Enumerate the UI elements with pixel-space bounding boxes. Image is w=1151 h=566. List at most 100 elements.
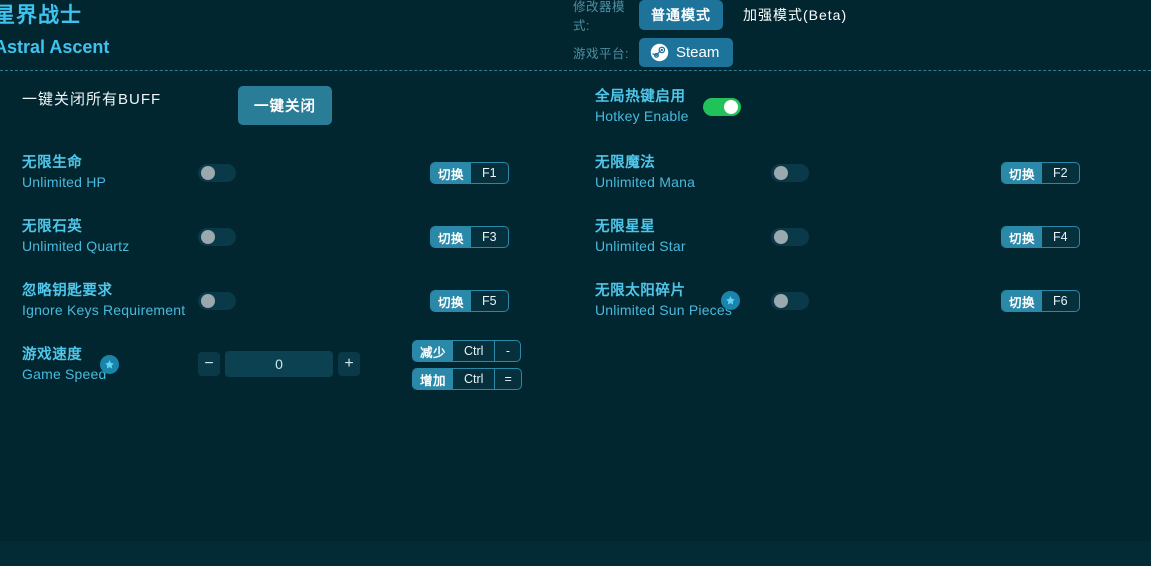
- trainer-window: 星界战士 Astral Ascent 修改器模式: 普通模式 加强模式(Beta…: [0, 0, 1151, 566]
- premium-star-icon: [721, 291, 740, 310]
- game-platform-label: 游戏平台:: [573, 46, 629, 61]
- cheat-label-en: Unlimited Star: [595, 238, 686, 254]
- toggle-knob: [201, 230, 215, 244]
- cheat-label-en: Unlimited Sun Pieces: [595, 302, 733, 318]
- toggle-knob: [201, 294, 215, 308]
- cheat-label-cn: 游戏速度: [22, 347, 83, 363]
- game-speed-increase-button[interactable]: +: [338, 352, 360, 376]
- toggle-knob: [774, 230, 788, 244]
- cheat-row-unlimited-star: 无限星星 Unlimited Star 切换 F4: [573, 205, 1148, 269]
- hotkey-enable-label-en: Hotkey Enable: [595, 108, 689, 124]
- hotkey-action-label: 切换: [1002, 291, 1043, 311]
- hotkey-chip-unlimited-hp[interactable]: 切换 F1: [430, 162, 509, 184]
- trainer-mode-label: 修改器模式:: [573, 0, 626, 33]
- cheat-label-en: Unlimited Mana: [595, 174, 696, 190]
- hotkey-chip-unlimited-quartz[interactable]: 切换 F3: [430, 226, 509, 248]
- game-speed-input[interactable]: [225, 351, 333, 377]
- close-all-button[interactable]: 一键关闭: [238, 86, 332, 125]
- hotkey-key: -: [494, 341, 520, 361]
- toggle-knob: [774, 166, 788, 180]
- hotkey-enable-label: 全局热键启用 Hotkey Enable: [595, 88, 689, 126]
- cheat-panel: 一键关闭所有BUFF 一键关闭 无限生命 Unlimited HP 切换 F1: [0, 71, 1151, 541]
- cheat-row-unlimited-quartz: 无限石英 Unlimited Quartz 切换 F3: [0, 205, 575, 269]
- cheat-label-unlimited-quartz: 无限石英 Unlimited Quartz: [22, 218, 129, 256]
- premium-star-icon: [100, 355, 119, 374]
- cheat-label-cn: 无限魔法: [595, 155, 656, 171]
- hotkey-chip-unlimited-sun-pieces[interactable]: 切换 F6: [1001, 290, 1080, 312]
- hotkey-chip-game-speed-decrease[interactable]: 减少 Ctrl -: [412, 340, 522, 362]
- hotkey-action-label: 切换: [1002, 163, 1043, 183]
- hotkey-enable-label-cn: 全局热键启用: [595, 89, 686, 105]
- hotkey-key: F3: [482, 230, 497, 244]
- toggle-knob: [724, 100, 738, 114]
- hotkey-action-label: 减少: [413, 341, 454, 361]
- hotkey-enable-row: 全局热键启用 Hotkey Enable: [573, 75, 1148, 139]
- trainer-mode-tabs: 普通模式 加强模式(Beta): [639, 0, 859, 30]
- toggle-knob: [201, 166, 215, 180]
- game-speed-stepper: − +: [198, 351, 360, 377]
- trainer-mode-row: 修改器模式: 普通模式 加强模式(Beta): [573, 0, 859, 33]
- toggle-unlimited-star[interactable]: [771, 228, 809, 246]
- cheat-label-cn: 忽略钥匙要求: [22, 283, 113, 299]
- cheat-label-cn: 无限星星: [595, 219, 656, 235]
- hotkey-key: F6: [1053, 294, 1068, 308]
- hotkey-chip-unlimited-mana[interactable]: 切换 F2: [1001, 162, 1080, 184]
- right-column: 全局热键启用 Hotkey Enable 无限魔法 Unlimited Mana…: [573, 71, 1148, 541]
- hotkey-modifier-key: Ctrl: [464, 372, 484, 386]
- hotkey-action-label: 增加: [413, 369, 454, 389]
- toggle-unlimited-quartz[interactable]: [198, 228, 236, 246]
- toggle-knob: [774, 294, 788, 308]
- cheat-label-cn: 无限石英: [22, 219, 83, 235]
- cheat-row-unlimited-mana: 无限魔法 Unlimited Mana 切换 F2: [573, 141, 1148, 205]
- cheat-label-unlimited-sun-pieces: 无限太阳碎片 Unlimited Sun Pieces: [595, 282, 732, 320]
- cheat-label-en: Unlimited HP: [22, 174, 107, 190]
- left-column: 一键关闭所有BUFF 一键关闭 无限生命 Unlimited HP 切换 F1: [0, 71, 575, 541]
- cheat-row-unlimited-sun-pieces: 无限太阳碎片 Unlimited Sun Pieces 切换 F6: [573, 269, 1148, 333]
- cheat-label-en: Game Speed: [22, 366, 107, 382]
- toggle-hotkey-enable[interactable]: [703, 98, 741, 116]
- cheat-row-ignore-keys-requirement: 忽略钥匙要求 Ignore Keys Requirement 切换 F5: [0, 269, 575, 333]
- hotkey-chip-ignore-keys-requirement[interactable]: 切换 F5: [430, 290, 509, 312]
- hotkey-key: F1: [482, 166, 497, 180]
- cheat-row-game-speed: 游戏速度 Game Speed − + 减少 Ctrl -: [0, 333, 575, 413]
- toggle-unlimited-sun-pieces[interactable]: [771, 292, 809, 310]
- hotkey-chip-unlimited-star[interactable]: 切换 F4: [1001, 226, 1080, 248]
- hotkey-key: F2: [1053, 166, 1068, 180]
- close-all-row: 一键关闭所有BUFF 一键关闭: [0, 75, 575, 139]
- game-title-en: Astral Ascent: [0, 37, 110, 57]
- cheat-label-unlimited-hp: 无限生命 Unlimited HP: [22, 154, 106, 192]
- hotkey-key: =: [494, 369, 520, 389]
- header: 星界战士 Astral Ascent 修改器模式: 普通模式 加强模式(Beta…: [0, 0, 1151, 70]
- tab-normal-mode[interactable]: 普通模式: [639, 0, 723, 30]
- hotkey-key: F5: [482, 294, 497, 308]
- cheat-label-game-speed: 游戏速度 Game Speed: [22, 346, 107, 384]
- hotkey-chip-game-speed-increase[interactable]: 增加 Ctrl =: [412, 368, 522, 390]
- steam-icon: [650, 43, 669, 62]
- tab-enhanced-mode[interactable]: 加强模式(Beta): [731, 0, 859, 30]
- cheat-label-ignore-keys-requirement: 忽略钥匙要求 Ignore Keys Requirement: [22, 282, 185, 320]
- hotkey-action-label: 切换: [431, 227, 472, 247]
- cheat-label-en: Ignore Keys Requirement: [22, 302, 186, 318]
- cheat-label-cn: 无限生命: [22, 155, 83, 171]
- toggle-unlimited-hp[interactable]: [198, 164, 236, 182]
- cheat-label-unlimited-mana: 无限魔法 Unlimited Mana: [595, 154, 695, 192]
- platform-steam-label: Steam: [676, 43, 720, 61]
- cheat-label-unlimited-star: 无限星星 Unlimited Star: [595, 218, 686, 256]
- toggle-unlimited-mana[interactable]: [771, 164, 809, 182]
- close-all-label-cn: 一键关闭所有BUFF: [22, 91, 162, 108]
- game-title-block: 星界战士 Astral Ascent: [0, 2, 109, 60]
- footer-strip: [0, 541, 1151, 566]
- game-speed-decrease-button[interactable]: −: [198, 352, 220, 376]
- hotkey-action-label: 切换: [431, 163, 472, 183]
- platform-steam-button[interactable]: Steam: [639, 37, 734, 67]
- header-controls: 修改器模式: 普通模式 加强模式(Beta) 游戏平台: Steam: [573, 0, 859, 68]
- toggle-ignore-keys-requirement[interactable]: [198, 292, 236, 310]
- cheat-label-en: Unlimited Quartz: [22, 238, 130, 254]
- hotkey-modifier-key: Ctrl: [464, 344, 484, 358]
- hotkey-action-label: 切换: [431, 291, 472, 311]
- hotkey-key: F4: [1053, 230, 1068, 244]
- game-title-cn: 星界战士: [0, 4, 82, 27]
- close-all-label: 一键关闭所有BUFF: [22, 90, 161, 109]
- hotkey-action-label: 切换: [1002, 227, 1043, 247]
- game-platform-row: 游戏平台: Steam: [573, 36, 859, 68]
